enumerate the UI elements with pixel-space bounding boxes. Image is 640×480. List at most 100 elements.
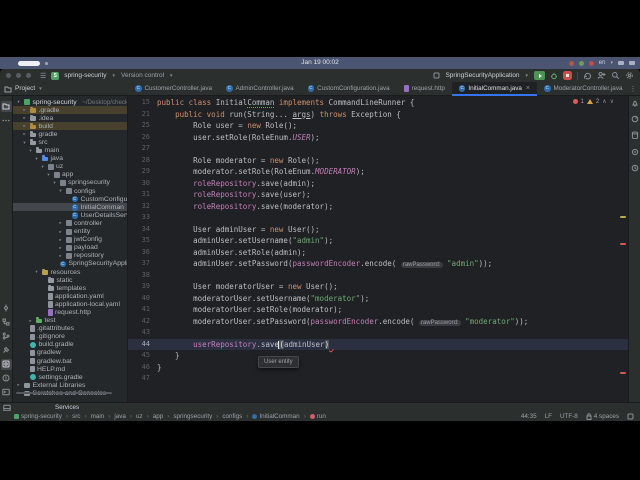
run-configuration-selector[interactable]: SpringSecurityApplication xyxy=(445,72,519,79)
chevron-collapsed-icon[interactable]: ▸ xyxy=(28,318,33,324)
code-line[interactable]: 39 User moderatorUser = new User(); xyxy=(128,281,628,293)
chevron-collapsed-icon[interactable]: ▸ xyxy=(22,123,27,129)
more-tools-icon[interactable] xyxy=(1,115,12,126)
editor-tab[interactable]: C CustomConfiguration.java xyxy=(301,82,397,95)
breadcrumb-item[interactable]: main xyxy=(91,413,105,420)
project-tree[interactable]: ▾ spring-security ~/Desktop/checkup/spring… xyxy=(13,96,128,402)
structure-tool-icon[interactable] xyxy=(1,317,12,328)
tree-row[interactable]: ▸ payload xyxy=(13,244,127,252)
chevron-collapsed-icon[interactable]: ▸ xyxy=(22,131,27,137)
breadcrumb-item[interactable]: spring-security xyxy=(14,413,62,420)
next-problem-icon[interactable]: ∨ xyxy=(610,98,614,105)
breadcrumb-item[interactable]: app xyxy=(153,413,164,420)
breadcrumb-item[interactable]: InitialComman xyxy=(252,413,300,420)
tree-row[interactable]: ▸ entity xyxy=(13,228,127,236)
code-line[interactable]: 34 User adminUser = new User(); xyxy=(128,224,628,236)
editor-tab[interactable]: request.http xyxy=(397,82,452,95)
services-tool-icon[interactable] xyxy=(0,358,12,370)
code-line[interactable]: 43 xyxy=(128,327,628,339)
commit-tool-icon[interactable] xyxy=(1,303,12,314)
endpoints-tool-icon[interactable] xyxy=(631,148,639,156)
code-line[interactable]: 44 userRepository.save(adminUser) xyxy=(128,338,628,351)
code-line[interactable]: 29 moderator.setRole(RoleEnum.MODERATOR)… xyxy=(128,166,628,178)
code-line[interactable]: 42 moderatorUser.setPassword(passwordEnc… xyxy=(128,316,628,328)
chevron-collapsed-icon[interactable]: ▸ xyxy=(58,253,63,259)
chevron-expanded-icon[interactable]: ▾ xyxy=(16,99,21,105)
encoding-indicator[interactable]: UTF-8 xyxy=(560,413,578,420)
code-line[interactable]: 35 adminUser.setUsername("admin"); xyxy=(128,235,628,247)
code-with-me-icon[interactable] xyxy=(597,71,606,80)
chevron-expanded-icon[interactable]: ▾ xyxy=(46,172,51,178)
tree-row[interactable]: ▾ src xyxy=(13,138,127,146)
code-line[interactable]: 31 roleRepository.save(user); xyxy=(128,189,628,201)
chevron-down-icon[interactable]: ▾ xyxy=(610,60,613,66)
maximize-window-button[interactable] xyxy=(26,73,31,78)
tree-row[interactable]: ▸ External Libraries xyxy=(13,381,127,389)
editor-tab[interactable]: C CustomerController.java xyxy=(128,82,219,95)
tree-row[interactable]: ▾ main xyxy=(13,147,127,155)
stop-button[interactable] xyxy=(563,71,572,80)
tree-row[interactable]: ▸ .idea xyxy=(13,114,127,122)
tree-row[interactable]: ▾ spring-security ~/Desktop/checkup/spring… xyxy=(13,98,127,106)
tree-row[interactable]: .gitattributes xyxy=(13,325,127,333)
code-line[interactable]: 41 moderatorUser.setRole(moderator); xyxy=(128,304,628,316)
caret-position[interactable]: 44:35 xyxy=(521,413,537,420)
tree-row[interactable]: build.gradle xyxy=(13,341,127,349)
code-line[interactable]: 45 } xyxy=(128,350,628,362)
breadcrumb-item[interactable]: run xyxy=(309,413,326,420)
build-tool-icon[interactable] xyxy=(1,345,12,356)
chevron-expanded-icon[interactable]: ▾ xyxy=(52,180,57,186)
indent-indicator[interactable]: 4 spaces xyxy=(586,413,619,420)
tab-options-icon[interactable]: ⋮ xyxy=(629,85,636,93)
project-panel-header[interactable]: Project ▼ xyxy=(0,82,128,96)
tray-app-icon-3[interactable] xyxy=(588,60,594,66)
tree-row[interactable]: C InitialComman xyxy=(13,203,127,212)
tree-row[interactable]: gradlew.bat xyxy=(13,357,127,365)
terminal-tool-icon[interactable] xyxy=(1,387,12,398)
tree-row[interactable]: ▸ gradle xyxy=(13,130,127,138)
tree-row[interactable]: ▸ test xyxy=(13,317,127,325)
tree-row[interactable]: ▸ .gradle xyxy=(13,106,127,115)
tree-row[interactable]: ▾ app xyxy=(13,171,127,179)
code-line[interactable]: 37 adminUser.setPassword(passwordEncoder… xyxy=(128,258,628,270)
chevron-collapsed-icon[interactable]: ▸ xyxy=(22,115,27,121)
code-line[interactable]: 32 roleRepository.save(moderator); xyxy=(128,201,628,213)
tree-row[interactable]: request.http xyxy=(13,308,127,316)
code-line[interactable]: 15 public class InitialComman implements … xyxy=(128,97,628,109)
history-clock-icon[interactable] xyxy=(631,164,639,172)
run-button[interactable] xyxy=(534,71,545,80)
notifications-bell-icon[interactable] xyxy=(631,99,639,107)
chevron-collapsed-icon[interactable]: ▸ xyxy=(16,382,21,388)
chevron-expanded-icon[interactable]: ▾ xyxy=(22,140,27,146)
project-selector[interactable]: spring-security xyxy=(64,72,106,79)
tree-row[interactable]: CUserDetailsServiceImp xyxy=(13,211,127,219)
minimize-window-button[interactable] xyxy=(16,73,21,78)
tree-row[interactable]: ▾ uz xyxy=(13,163,127,171)
database-tool-icon[interactable] xyxy=(631,131,639,140)
close-tab-icon[interactable]: × xyxy=(526,85,530,92)
code-editor[interactable]: 15 public class InitialComman implements … xyxy=(128,96,628,402)
chevron-expanded-icon[interactable]: ▾ xyxy=(58,188,63,194)
battery-icon[interactable] xyxy=(629,61,635,65)
code-line[interactable]: 47 xyxy=(128,373,628,385)
debug-bug-icon[interactable] xyxy=(550,72,558,80)
search-icon[interactable] xyxy=(611,71,620,80)
tree-row[interactable]: ▸ repository xyxy=(13,252,127,260)
keyboard-layout-indicator[interactable]: en xyxy=(599,60,606,66)
chevron-expanded-icon[interactable]: ▾ xyxy=(40,164,45,170)
editor-tab[interactable]: C ModeratorController.java xyxy=(537,82,629,95)
breadcrumb-item[interactable]: configs xyxy=(222,413,242,420)
editor-tab[interactable]: C AdminController.java xyxy=(219,82,301,95)
activities-pill[interactable] xyxy=(18,60,40,66)
tray-app-icon-1[interactable] xyxy=(568,60,574,66)
chevron-expanded-icon[interactable]: ▾ xyxy=(34,269,39,275)
main-menu-icon[interactable]: ☰ xyxy=(40,72,46,80)
tree-row[interactable]: settings.gradle xyxy=(13,373,127,381)
tree-row[interactable]: ▾ resources xyxy=(13,268,127,276)
tree-row[interactable]: static xyxy=(13,276,127,284)
problems-tool-icon[interactable] xyxy=(1,373,12,384)
settings-gear-icon[interactable] xyxy=(625,71,634,80)
tree-row[interactable]: HELP.md xyxy=(13,365,127,373)
code-line[interactable]: 33 xyxy=(128,212,628,224)
breadcrumb-item[interactable]: springsecurity xyxy=(173,413,212,420)
